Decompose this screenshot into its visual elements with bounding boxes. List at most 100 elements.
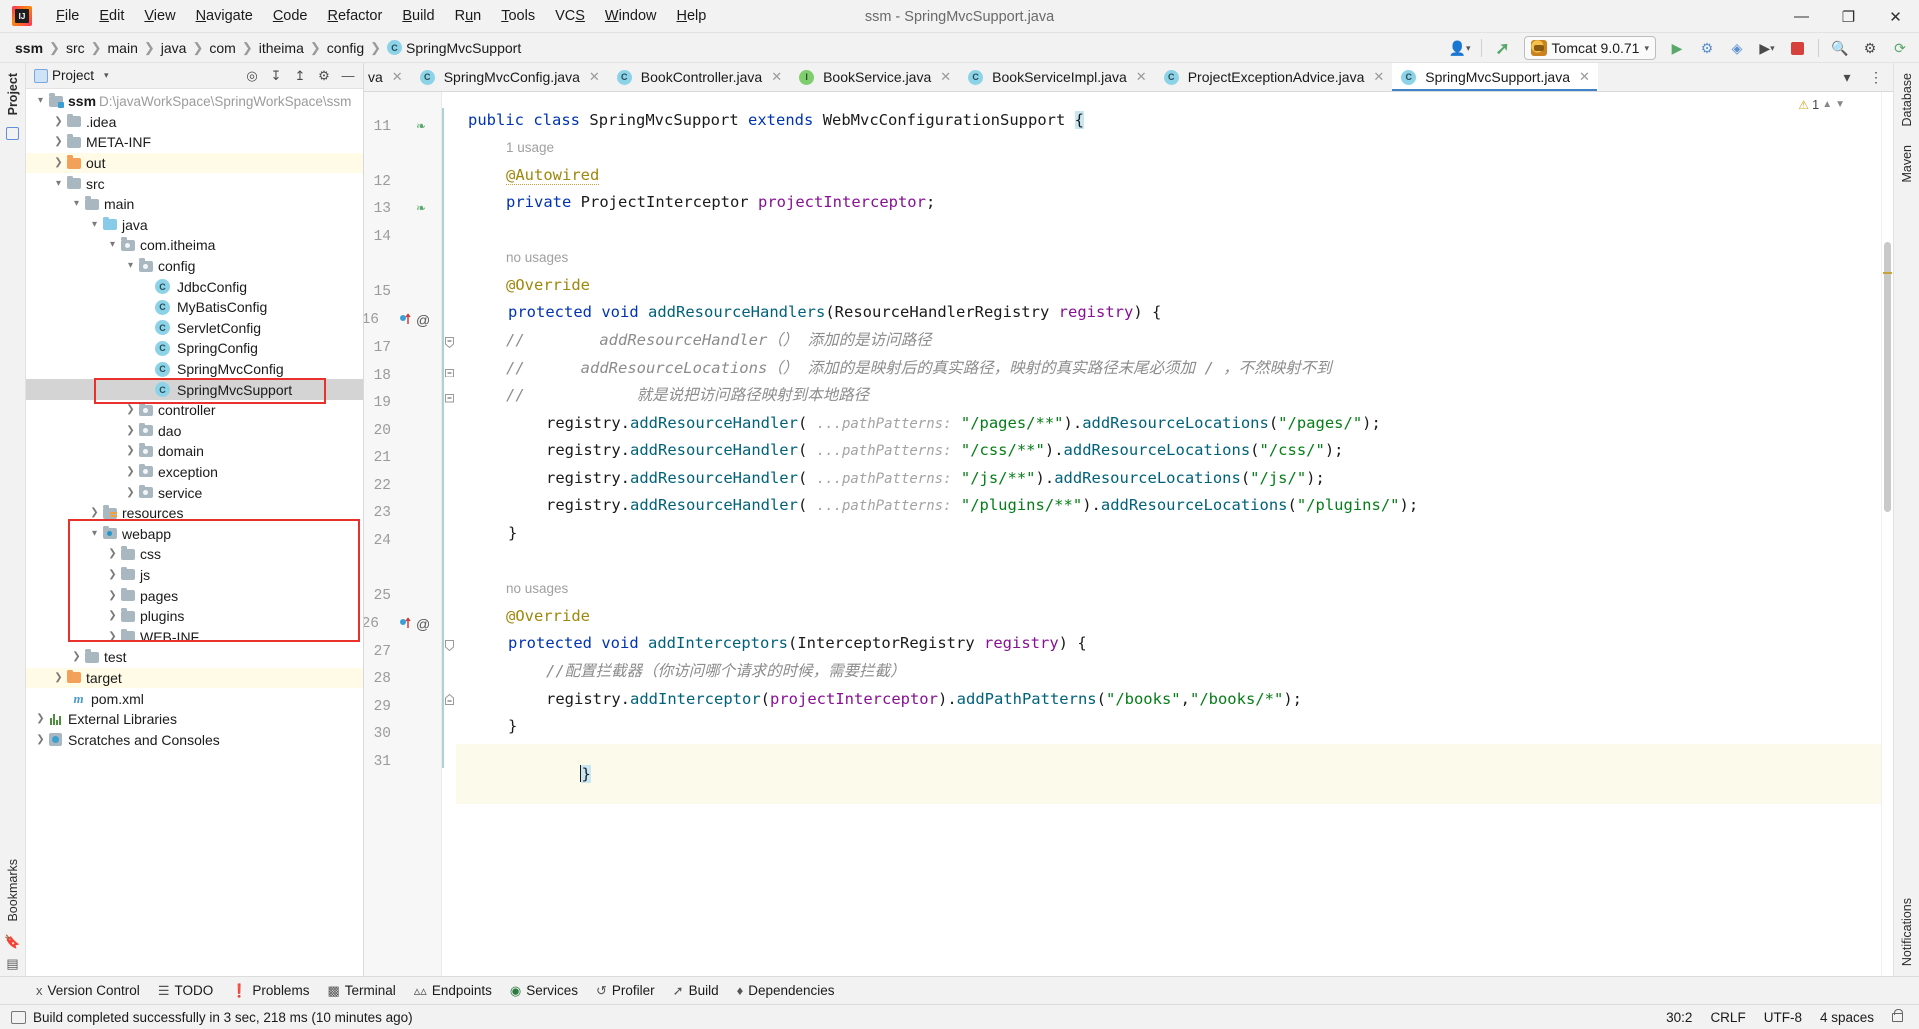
menu-help[interactable]: Help	[666, 4, 716, 28]
rail-item-project[interactable]: Project	[6, 67, 20, 121]
fold-marker-minus[interactable]	[445, 335, 454, 351]
bottom-tab-terminal[interactable]: ▩ Terminal	[319, 980, 403, 1002]
menu-file[interactable]: File	[46, 4, 89, 28]
line-separator[interactable]: CRLF	[1710, 1010, 1745, 1025]
tree-row-target[interactable]: ❯ target	[26, 667, 363, 689]
tree-row-exception[interactable]: ❯ exception	[26, 462, 363, 483]
chevron-right-icon[interactable]: ❯	[124, 466, 137, 477]
hide-icon[interactable]: —	[337, 65, 359, 87]
chevron-right-icon[interactable]: ❯	[124, 405, 137, 415]
chevron-right-icon[interactable]: ❯	[34, 714, 47, 724]
spring-bean-icon[interactable]: ❧	[416, 119, 426, 133]
editor-scrollbar[interactable]	[1881, 92, 1893, 976]
breadcrumb-current[interactable]: C SpringMvcSupport	[382, 39, 526, 57]
minimize-button[interactable]: —	[1778, 0, 1825, 33]
breadcrumb-main[interactable]: main	[103, 39, 143, 57]
maximize-button[interactable]: ❐	[1825, 0, 1872, 33]
bottom-tab-version-control[interactable]: x Version Control	[28, 980, 148, 1001]
hammer-build-icon[interactable]: ➚	[1490, 36, 1516, 60]
chevron-down-icon[interactable]: ▼	[1835, 99, 1845, 110]
chevron-down-icon[interactable]: ▾	[34, 96, 47, 106]
profile-dropdown-icon[interactable]: 👤 ▾	[1447, 36, 1473, 60]
bookmark-icon[interactable]: 🔖	[4, 934, 20, 950]
caret-position[interactable]: 30:2	[1666, 1010, 1692, 1025]
fold-marker-minus[interactable]	[445, 392, 454, 408]
tree-row-config[interactable]: ▾ config	[26, 256, 363, 277]
close-icon[interactable]: ✕	[392, 69, 403, 85]
chevron-right-icon[interactable]: ❯	[52, 137, 65, 147]
expand-all-icon[interactable]: ↥	[289, 65, 311, 87]
tree-row-pom-xml[interactable]: m pom.xml	[26, 688, 363, 709]
chevron-right-icon[interactable]: ❯	[106, 631, 119, 642]
tree-row-web-inf[interactable]: ❯ WEB-INF	[26, 626, 363, 647]
tree-row-springconfig[interactable]: C SpringConfig	[26, 338, 363, 359]
chevron-right-icon[interactable]: ❯	[106, 611, 119, 621]
editor-tab-projectexceptionadvice[interactable]: C ProjectExceptionAdvice.java ✕	[1155, 63, 1393, 91]
tree-row-js[interactable]: ❯ js	[26, 565, 363, 586]
run-icon[interactable]: ▶	[1664, 36, 1690, 60]
editor-tab-bookserviceimpl[interactable]: C BookServiceImpl.java ✕	[959, 63, 1155, 91]
updates-icon[interactable]: ⟳	[1887, 36, 1913, 60]
bottom-tab-todo[interactable]: ☰ TODO	[150, 980, 221, 1002]
close-icon[interactable]: ✕	[940, 69, 951, 85]
chevron-down-icon[interactable]: ▾	[106, 240, 119, 250]
chevron-right-icon[interactable]: ❯	[88, 508, 101, 518]
more-options-icon[interactable]: ⋮	[1863, 65, 1889, 89]
code-text-area[interactable]: public class SpringMvcSupport extends We…	[456, 92, 1881, 976]
chevron-down-icon[interactable]: ▾	[88, 528, 101, 539]
bottom-tab-problems[interactable]: ❗ Problems	[223, 980, 317, 1002]
warning-marker[interactable]	[1883, 272, 1892, 274]
settings-icon[interactable]: ⚙	[1857, 36, 1883, 60]
project-tree[interactable]: ▾ ssm D:\javaWorkSpace\SpringWorkSpace\s…	[26, 89, 363, 976]
tree-row-scratches[interactable]: ❯ Scratches and Consoles	[26, 729, 363, 750]
scrollbar-thumb[interactable]	[1884, 242, 1891, 512]
file-encoding[interactable]: UTF-8	[1764, 1010, 1802, 1025]
editor-tab-clipped[interactable]: va ✕	[364, 63, 411, 91]
tree-row-servletconfig[interactable]: C ServletConfig	[26, 318, 363, 339]
chevron-down-icon[interactable]: ▾	[124, 261, 137, 271]
chevron-right-icon[interactable]: ❯	[124, 446, 137, 456]
chevron-right-icon[interactable]: ❯	[106, 549, 119, 559]
tree-row-test[interactable]: ❯ test	[26, 647, 363, 668]
chevron-down-icon[interactable]: ▾	[52, 178, 65, 189]
editor-tab-bookservice[interactable]: I BookService.java ✕	[790, 63, 959, 91]
tree-row-domain[interactable]: ❯ domain	[26, 441, 363, 462]
tree-row-dao[interactable]: ❯ dao	[26, 421, 363, 442]
menu-run[interactable]: Run	[445, 4, 492, 28]
fold-marker-minus[interactable]	[445, 692, 454, 708]
chevron-right-icon[interactable]: ❯	[52, 116, 65, 127]
chevron-right-icon[interactable]: ❯	[124, 487, 137, 498]
fold-marker-minus[interactable]	[445, 638, 454, 654]
chevron-right-icon[interactable]: ❯	[52, 672, 65, 683]
menu-window[interactable]: Window	[595, 4, 667, 28]
menu-edit[interactable]: Edit	[89, 4, 134, 28]
tree-row-com-itheima[interactable]: ▾ com.itheima	[26, 235, 363, 256]
chevron-down-icon[interactable]: ▾	[70, 199, 83, 209]
tree-row-pages[interactable]: ❯ pages	[26, 585, 363, 606]
close-icon[interactable]: ✕	[771, 69, 782, 85]
tree-row-plugins[interactable]: ❯ plugins	[26, 606, 363, 627]
editor-tab-springmvcsupport[interactable]: C SpringMvcSupport.java ✕	[1392, 63, 1598, 91]
rail-item-bookmarks[interactable]: Bookmarks	[6, 853, 20, 928]
tree-row-resources[interactable]: ❯ resources	[26, 503, 363, 524]
tree-row-out[interactable]: ❯ out	[26, 152, 363, 174]
spring-bean-icon[interactable]: ❧	[416, 201, 426, 215]
chevron-right-icon[interactable]: ❯	[124, 425, 137, 436]
close-icon[interactable]: ✕	[1373, 69, 1384, 85]
bottom-tab-profiler[interactable]: ↺ Profiler	[588, 980, 663, 1002]
editor-gutter[interactable]: 11 ❧ 12 13 ❧ 14 15 16 @ 17	[364, 92, 442, 976]
chevron-right-icon[interactable]: ❯	[34, 734, 47, 745]
structure-bottom-icon[interactable]: ▤	[6, 956, 18, 972]
close-icon[interactable]: ✕	[589, 69, 600, 85]
bottom-tab-services[interactable]: ◉ Services	[502, 980, 586, 1002]
coverage-icon[interactable]: ◈	[1724, 36, 1750, 60]
tree-row-jdbcconfig[interactable]: C JdbcConfig	[26, 276, 363, 297]
settings-icon[interactable]: ⚙	[313, 65, 335, 87]
rail-item-maven[interactable]: Maven	[1900, 139, 1914, 189]
overridden-method-icon[interactable]	[400, 312, 411, 328]
debug-icon[interactable]: ⚙	[1694, 36, 1720, 60]
rail-item-database[interactable]: Database	[1900, 67, 1914, 133]
chevron-right-icon[interactable]: ❯	[52, 158, 65, 168]
tree-row-springmvcconfig[interactable]: C SpringMvcConfig	[26, 359, 363, 380]
tree-row-meta-inf[interactable]: ❯ META-INF	[26, 132, 363, 153]
